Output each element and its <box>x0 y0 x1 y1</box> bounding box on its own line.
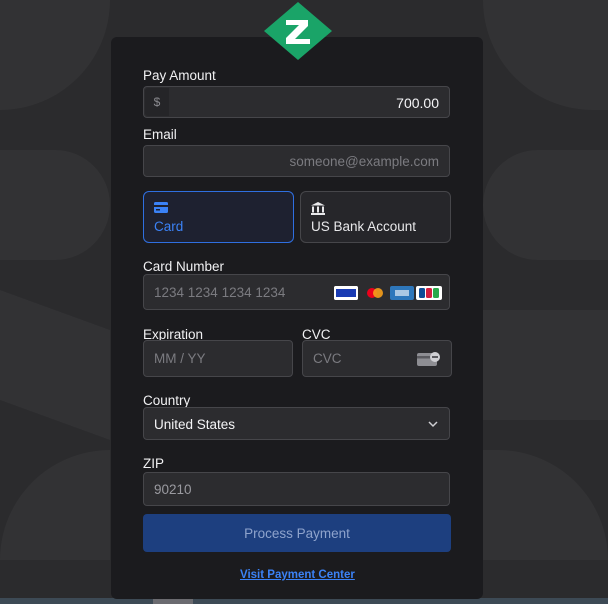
process-payment-button[interactable]: Process Payment <box>143 514 451 552</box>
tab-card[interactable]: Card <box>143 191 294 243</box>
tab-card-label: Card <box>154 219 184 234</box>
email-placeholder: someone@example.com <box>289 154 439 169</box>
chevron-down-icon <box>428 421 438 428</box>
mastercard-icon <box>364 286 386 300</box>
background-shape <box>483 450 608 560</box>
card-icon <box>154 202 168 213</box>
visa-icon <box>334 286 358 300</box>
tab-bank-label: US Bank Account <box>311 219 417 234</box>
brand-logo <box>264 2 332 60</box>
zip-input[interactable]: 90210 <box>143 472 450 506</box>
cvc-input[interactable]: CVC <box>302 340 452 377</box>
pay-amount-value: 700.00 <box>396 95 439 111</box>
card-number-label: Card Number <box>143 259 225 274</box>
card-number-input[interactable]: 1234 1234 1234 1234 <box>143 274 450 310</box>
background-shape <box>0 0 110 110</box>
zip-value: 90210 <box>154 482 192 497</box>
background-shape <box>483 0 608 110</box>
background-shape <box>483 150 608 260</box>
country-value: United States <box>154 417 236 432</box>
email-label: Email <box>143 127 177 142</box>
jcb-icon <box>416 286 442 300</box>
pay-amount-field[interactable]: $ 700.00 <box>143 86 450 118</box>
email-field[interactable]: someone@example.com <box>143 145 450 177</box>
country-select[interactable]: United States <box>143 407 450 440</box>
cvc-placeholder: CVC <box>313 351 342 366</box>
cvc-card-icon <box>417 352 440 366</box>
pay-amount-label: Pay Amount <box>143 68 216 83</box>
background-shape <box>0 450 110 560</box>
zip-label: ZIP <box>143 456 165 471</box>
expiration-input[interactable]: MM / YY <box>143 340 293 377</box>
background-shape <box>483 310 608 420</box>
background-shape <box>0 289 110 441</box>
currency-prefix: $ <box>145 88 169 116</box>
card-number-placeholder: 1234 1234 1234 1234 <box>154 285 286 300</box>
bank-icon <box>311 202 325 215</box>
amex-icon <box>390 286 414 300</box>
country-label: Country <box>143 393 191 408</box>
visit-payment-center-link[interactable]: Visit Payment Center <box>240 569 355 581</box>
tab-us-bank-account[interactable]: US Bank Account <box>300 191 451 243</box>
expiration-placeholder: MM / YY <box>154 351 206 366</box>
background-shape <box>0 150 110 260</box>
